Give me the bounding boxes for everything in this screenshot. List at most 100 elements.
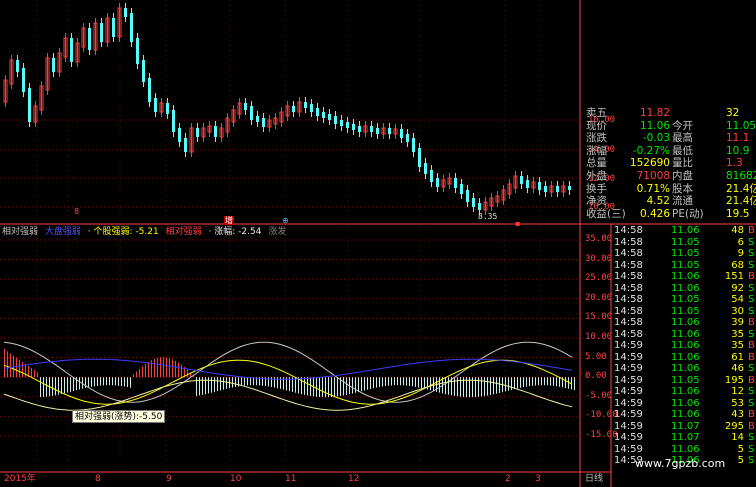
histogram-bar <box>214 377 215 392</box>
histogram-bar <box>118 377 119 386</box>
quote-label: 量比 <box>672 157 693 170</box>
histogram-bar <box>124 377 125 387</box>
histogram-bar <box>535 377 536 386</box>
histogram-bar <box>175 360 176 378</box>
quote-panel: 卖五 11.82 32 现价 11.06 今开 11.05 涨跌 -0.03 最高 11.1 涨幅 -0… <box>584 107 756 224</box>
histogram-bar <box>385 377 386 387</box>
tick-time: 14:58 <box>614 305 643 317</box>
histogram-bar <box>136 371 137 378</box>
quote-row: 现价 11.06 今开 11.05 <box>584 120 756 133</box>
series-legend-market: 大盘强弱 <box>44 227 81 237</box>
quote-label: 流通 <box>672 195 693 208</box>
quote-row: 卖五 11.82 32 <box>584 107 756 120</box>
histogram-bar <box>250 377 251 386</box>
tick-side-flag: S <box>748 328 755 340</box>
tick-row[interactable]: 14:59 11.06 61 B <box>611 352 756 364</box>
histogram-bar <box>373 377 374 389</box>
histogram-bar <box>40 377 41 398</box>
tick-price: 11.05 <box>671 236 700 248</box>
histogram-bar <box>529 377 530 387</box>
zeng-event-marker[interactable]: 增 <box>224 216 234 225</box>
tick-row[interactable]: 14:59 11.06 43 B <box>611 409 756 421</box>
tick-row[interactable]: 14:59 11.06 53 S <box>611 398 756 410</box>
tick-row[interactable]: 14:58 11.05 54 S <box>611 294 756 306</box>
tick-volume: 48 <box>731 225 744 236</box>
histogram-bar <box>490 377 491 396</box>
histogram-bar <box>217 377 218 392</box>
tick-row[interactable]: 14:58 11.05 6 S <box>611 237 756 249</box>
histogram-bar <box>568 377 569 389</box>
quote-value: 21.4亿 <box>726 195 756 208</box>
indicator-axis-label: 10.00 <box>585 332 613 342</box>
quote-value: 11.06 <box>639 119 670 132</box>
tick-price: 11.06 <box>671 282 700 294</box>
tick-price: 11.06 <box>671 225 700 236</box>
histogram-bar <box>520 377 521 388</box>
tick-row[interactable]: 14:58 11.06 92 S <box>611 283 756 295</box>
histogram-bar <box>100 377 101 386</box>
histogram-bar <box>523 377 524 388</box>
tick-time: 14:58 <box>614 282 643 294</box>
time-axis-label: 8 <box>95 474 101 484</box>
histogram-bar <box>439 377 440 393</box>
tick-row[interactable]: 14:59 11.07 295 B <box>611 421 756 433</box>
tick-row[interactable]: 14:59 11.07 14 S <box>611 432 756 444</box>
histogram-bar <box>79 377 80 390</box>
indicator-axis-label: 30.00 <box>585 253 613 264</box>
tick-side-flag: S <box>748 397 755 409</box>
series-legend-change: · 涨幅: -2.54 <box>208 227 262 237</box>
indicator-lines <box>3 341 573 411</box>
histogram-bar <box>337 377 338 397</box>
quote-label: 总量 <box>586 157 607 170</box>
histogram-bar <box>403 377 404 386</box>
tick-row[interactable]: 14:59 11.06 46 S <box>611 363 756 375</box>
tick-time: 14:58 <box>614 236 643 248</box>
histogram-bar <box>406 377 407 386</box>
tick-side-flag: B <box>748 225 755 236</box>
tick-side-flag: B <box>748 271 755 282</box>
tick-row[interactable]: 14:58 11.05 68 S <box>611 260 756 272</box>
quote-value: 21.4亿 <box>726 182 756 195</box>
histogram-bar <box>352 377 353 394</box>
tick-row[interactable]: 14:58 11.05 30 S <box>611 306 756 318</box>
histogram-bar <box>226 377 227 389</box>
histogram-bar <box>46 377 47 397</box>
red-event-marker-2[interactable]: ▪ <box>514 219 521 228</box>
quote-label: 内盘 <box>672 170 693 182</box>
tick-price: 11.06 <box>671 340 700 351</box>
indicator-name[interactable]: 相对强弱 <box>2 227 38 237</box>
red-event-marker[interactable]: 8 <box>73 207 80 216</box>
quote-value: 4.52 <box>646 195 670 208</box>
histogram-bar <box>130 377 131 388</box>
tick-price: 11.07 <box>671 420 700 432</box>
histogram-bar <box>106 377 107 386</box>
tick-row[interactable]: 14:58 11.06 151 B <box>611 271 756 283</box>
tick-row[interactable]: 14:58 11.05 9 S <box>611 248 756 260</box>
histogram-bar <box>307 377 308 396</box>
tick-row[interactable]: 14:59 11.06 12 S <box>611 386 756 398</box>
histogram-bar <box>394 377 395 386</box>
tick-row[interactable]: 14:58 11.06 35 S <box>611 329 756 341</box>
histogram-bar <box>550 377 551 386</box>
histogram-bar <box>37 372 38 378</box>
quote-label: 外盘 <box>586 170 607 182</box>
tick-row[interactable]: 14:59 11.05 195 B <box>611 375 756 387</box>
tick-row[interactable]: 14:58 11.06 48 B <box>611 225 756 237</box>
tick-row[interactable]: 14:59 11.06 5 S <box>611 444 756 456</box>
tick-row[interactable]: 14:58 11.06 39 B <box>611 317 756 329</box>
histogram-bar <box>70 377 71 392</box>
histogram-bar <box>154 358 155 378</box>
tick-volume: 5 <box>737 455 744 466</box>
tick-detail-list[interactable]: 14:58 11.06 48 B 14:58 11.05 6 S 14:58 11.05 9 S 14:… <box>611 224 756 472</box>
tick-side-flag: S <box>748 386 755 397</box>
histogram-bar <box>454 377 455 396</box>
histogram-bar <box>181 364 182 378</box>
tick-price: 11.06 <box>671 317 700 328</box>
tick-price: 11.06 <box>671 363 700 374</box>
blue-event-marker[interactable]: ⊕ <box>281 216 290 225</box>
period-selector[interactable]: 日线 <box>585 474 603 485</box>
tick-time: 14:59 <box>614 397 643 409</box>
tick-row[interactable]: 14:59 11.06 35 B <box>611 340 756 352</box>
tick-side-flag: B <box>748 317 755 328</box>
tick-price: 11.06 <box>671 409 700 420</box>
